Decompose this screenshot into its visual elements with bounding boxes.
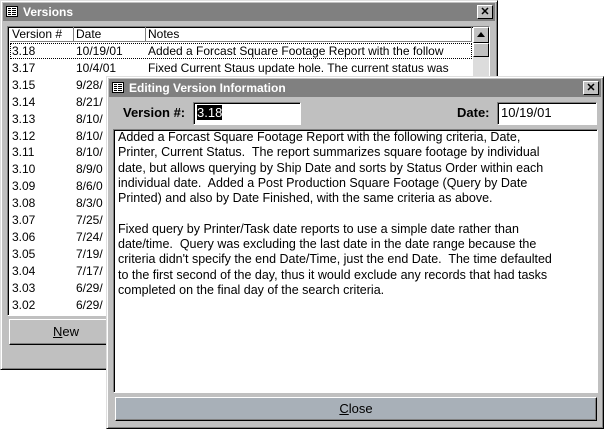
scroll-thumb[interactable] xyxy=(473,43,489,57)
scroll-up-button[interactable] xyxy=(473,27,489,43)
row-cell-notes: Fixed Current Staus update hole. The cur… xyxy=(148,60,449,75)
versions-title: Versions xyxy=(23,5,74,19)
row-cell-version: 3.07 xyxy=(12,213,36,227)
edit-title: Editing Version Information xyxy=(129,81,286,95)
edit-titlebar[interactable]: Editing Version Information ✕ xyxy=(109,79,601,97)
new-button-accel: N xyxy=(52,324,63,339)
column-header-notes[interactable]: Notes xyxy=(146,27,472,42)
row-cell-version: 3.11 xyxy=(12,145,35,160)
notes-text[interactable]: Added a Forcast Square Footage Report wi… xyxy=(114,130,604,392)
arrow-up-icon xyxy=(477,32,485,37)
close-button[interactable]: Close xyxy=(115,397,597,421)
row-cell-version: 3.12 xyxy=(12,128,36,143)
date-label: Date: xyxy=(457,105,490,120)
table-row[interactable]: 3.18 10/19/01 Added a Forcast Square Foota… xyxy=(10,43,472,59)
date-field[interactable]: 10/19/01 xyxy=(497,102,597,125)
row-cell-version: 3.04 xyxy=(12,263,36,278)
row-cell-version: 3.15 xyxy=(12,77,36,92)
row-cell-version: 3.08 xyxy=(12,196,36,211)
new-button-label: ew xyxy=(62,324,79,339)
row-cell-version: 3.17 xyxy=(12,60,36,75)
row-cell-version: 3.09 xyxy=(12,179,36,194)
row-cell-version: 3.06 xyxy=(12,229,36,244)
version-value: 3.18 xyxy=(197,105,223,120)
row-cell-version: 3.05 xyxy=(12,246,36,261)
version-label: Version #: xyxy=(123,105,186,120)
versions-titlebar[interactable]: Versions ✕ xyxy=(3,3,495,21)
date-value: 10/19/01 xyxy=(501,105,552,120)
close-button-label: lose xyxy=(348,401,373,416)
row-cell-date: 10/19/01 xyxy=(76,44,123,58)
row-cell-version: 3.13 xyxy=(12,111,36,126)
row-cell-date: 10/4/01 xyxy=(76,60,117,75)
form-icon xyxy=(6,6,18,17)
edit-close-button[interactable]: ✕ xyxy=(583,81,599,95)
column-header-version[interactable]: Version # xyxy=(10,27,74,42)
table-row[interactable]: 3.17 10/4/01 Fixed Current Staus update ho… xyxy=(10,60,472,76)
row-cell-version: 3.14 xyxy=(12,94,36,109)
close-button-accel: C xyxy=(339,401,349,416)
row-cell-version: 3.03 xyxy=(12,280,36,295)
row-cell-version: 3.18 xyxy=(12,44,36,58)
versions-close-button[interactable]: ✕ xyxy=(477,5,493,19)
form-icon xyxy=(112,82,124,93)
row-cell-notes: Added a Forcast Square Footage Report wi… xyxy=(148,44,444,58)
row-cell-version: 3.10 xyxy=(12,162,36,177)
column-header-date[interactable]: Date xyxy=(74,27,146,42)
version-field[interactable]: 3.18 xyxy=(193,102,301,125)
row-cell-version: 3.02 xyxy=(12,297,36,312)
